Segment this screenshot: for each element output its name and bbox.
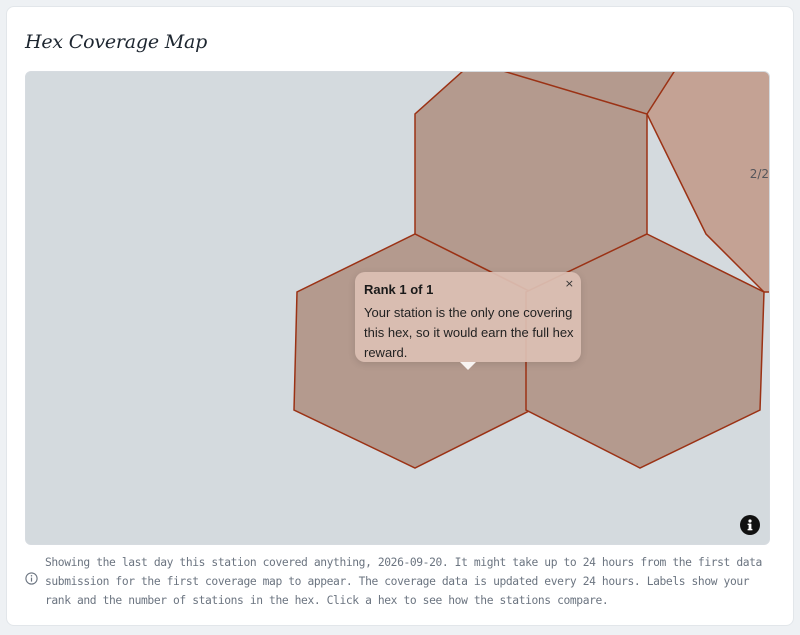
info-circle-icon [25, 572, 38, 585]
card-title: Hex Coverage Map [25, 31, 208, 53]
footnote-text: Showing the last day this station covere… [45, 556, 762, 607]
page-indicator: 2/2 [749, 167, 769, 181]
info-button[interactable] [740, 515, 760, 535]
coverage-map[interactable]: 2/2 Rank 1 of 1 Your station is the only… [25, 71, 770, 545]
hex-popup[interactable]: Rank 1 of 1 Your station is the only one… [355, 272, 581, 370]
popup-body: Your station is the only one covering th… [364, 305, 574, 360]
info-icon [747, 519, 753, 531]
popup-title: Rank 1 of 1 [364, 282, 434, 297]
close-icon[interactable]: × [565, 277, 574, 290]
coverage-card: Hex Coverage Map 2/2 Rank 1 of 1 Your st… [6, 6, 794, 626]
